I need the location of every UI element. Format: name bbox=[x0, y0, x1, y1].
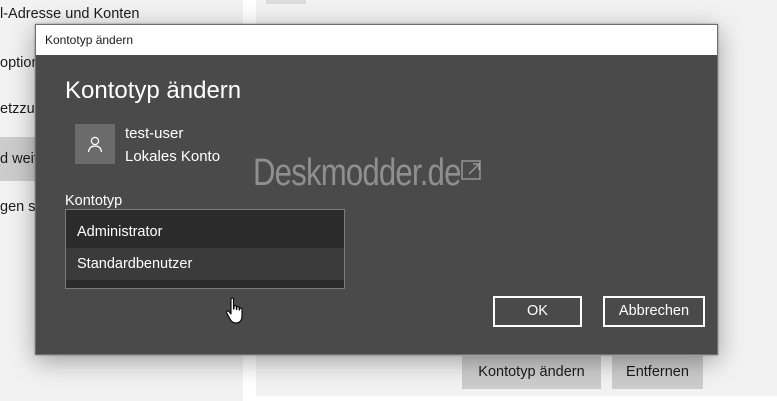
person-icon bbox=[87, 136, 103, 153]
option-standard-user[interactable]: Standardbenutzer bbox=[66, 248, 344, 280]
user-account-kind: Lokales Konto bbox=[125, 148, 221, 165]
hand-pointer-icon bbox=[225, 297, 243, 324]
sidebar-item-label: l-Adresse und Konten bbox=[0, 6, 140, 22]
dialog-titlebar[interactable]: Kontotyp ändern bbox=[36, 25, 717, 55]
remove-user-button[interactable]: Entfernen bbox=[612, 356, 703, 389]
external-link-icon bbox=[461, 160, 481, 180]
ok-button[interactable]: OK bbox=[493, 296, 582, 327]
user-name: test-user bbox=[125, 125, 184, 142]
avatar bbox=[75, 124, 115, 164]
change-account-type-button[interactable]: Kontotyp ändern bbox=[462, 356, 601, 389]
watermark-text: Deskmodder.de bbox=[253, 152, 461, 194]
dialog-heading: Kontotyp ändern bbox=[65, 77, 242, 104]
account-type-dropdown-list[interactable]: Administrator Standardbenutzer bbox=[65, 209, 345, 289]
panel-top-element bbox=[266, 0, 306, 4]
dialog-window-title: Kontotyp ändern bbox=[45, 33, 134, 47]
account-type-label: Kontotyp bbox=[65, 193, 123, 209]
option-administrator[interactable]: Administrator bbox=[66, 216, 344, 248]
cancel-button[interactable]: Abbrechen bbox=[603, 296, 705, 327]
